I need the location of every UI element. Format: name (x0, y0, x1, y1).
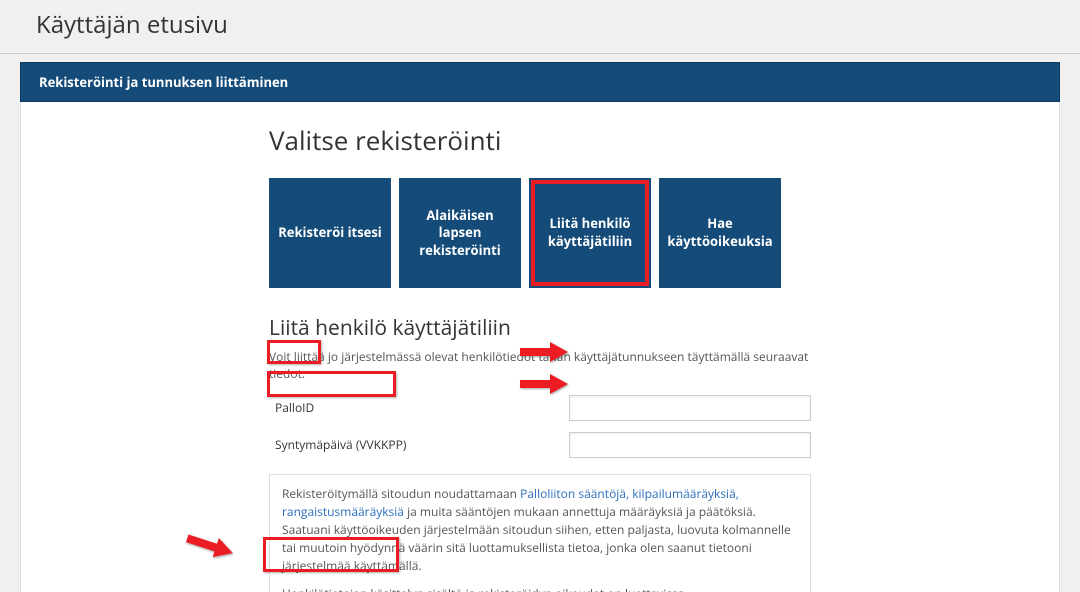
section-bar: Rekisteröinti ja tunnuksen liittäminen (20, 62, 1060, 102)
tile-label: Alaikäisen lapsen rekisteröinti (405, 207, 515, 260)
row-palloid: PalloID (269, 392, 811, 423)
label-palloid: PalloID (269, 392, 569, 423)
terms-text: Henkilötietojen käsittelyn sisältö ja re… (282, 585, 684, 592)
row-dob: Syntymäpäivä (VVKKPP) (269, 429, 811, 460)
label-palloid-text: PalloID (275, 399, 314, 416)
tile-register-self[interactable]: Rekisteröi itsesi (269, 178, 391, 288)
terms-box: Rekisteröitymällä sitoudun noudattamaan … (269, 474, 811, 592)
choose-registration-heading: Valitse rekisteröinti (269, 122, 811, 158)
main-panel: Valitse rekisteröinti Rekisteröi itsesi … (20, 102, 1060, 592)
tile-request-rights[interactable]: Hae käyttöoikeuksia (659, 178, 781, 288)
link-person-heading: Liitä henkilö käyttäjätiliin (269, 314, 811, 342)
tile-label: Rekisteröi itsesi (278, 224, 382, 242)
terms-text: Rekisteröitymällä sitoudun noudattamaan (282, 485, 520, 502)
label-dob: Syntymäpäivä (VVKKPP) (269, 429, 569, 460)
registration-tiles: Rekisteröi itsesi Alaikäisen lapsen reki… (269, 178, 811, 288)
tile-label: Hae käyttöoikeuksia (665, 215, 775, 250)
tile-link-person[interactable]: Liitä henkilö käyttäjätiliin (529, 178, 651, 288)
tile-register-child[interactable]: Alaikäisen lapsen rekisteröinti (399, 178, 521, 288)
link-person-hint: Voit liittää jo järjestelmässä olevat he… (269, 348, 811, 382)
input-palloid[interactable] (569, 395, 811, 421)
input-dob[interactable] (569, 432, 811, 458)
tile-label: Liitä henkilö käyttäjätiliin (535, 215, 645, 250)
page-title: Käyttäjän etusivu (0, 0, 1080, 54)
label-dob-text: Syntymäpäivä (VVKKPP) (275, 436, 406, 453)
